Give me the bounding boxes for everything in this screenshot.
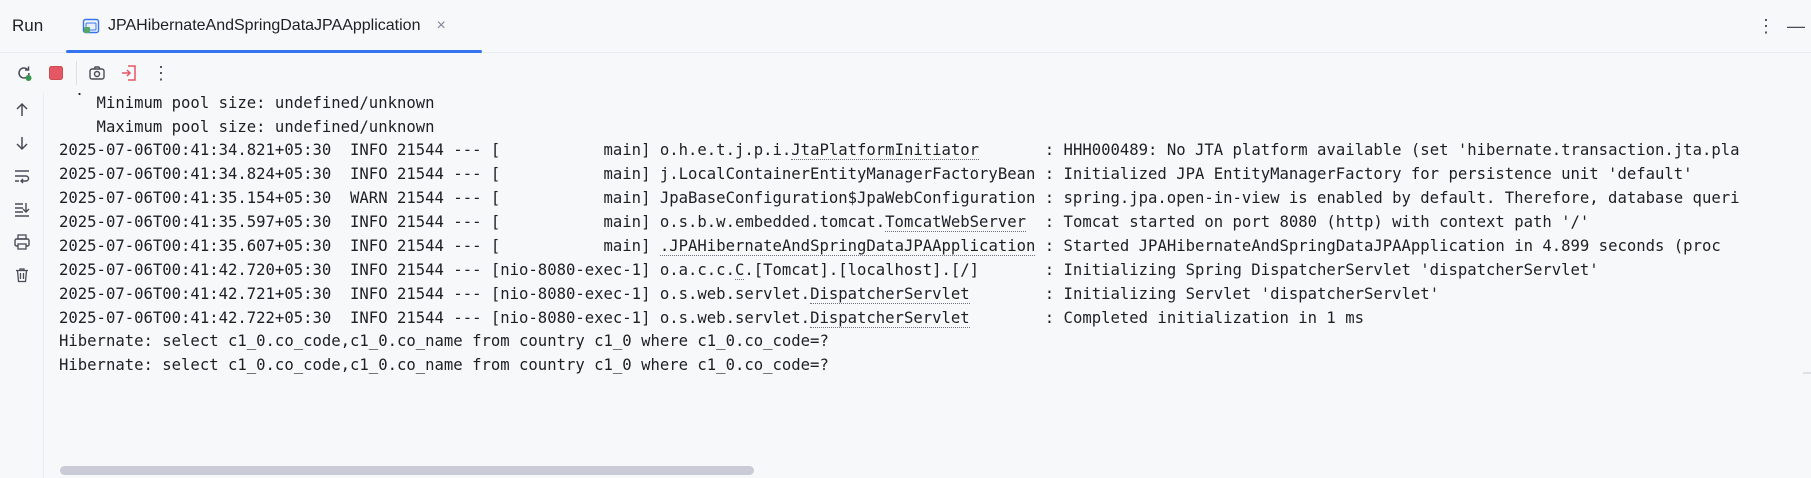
run-toolbar: ⋮ [0,53,1811,93]
class-link[interactable]: C [734,261,745,280]
console-line-suffix: : Initializing Servlet 'dispatcherServle… [969,285,1440,303]
console-line-suffix: : Tomcat started on port 8080 (http) wit… [1026,213,1590,231]
class-link[interactable]: JtaPlatformInitiator [791,141,980,160]
scroll-up-icon[interactable] [0,93,44,126]
console-line: 2025-07-06T00:41:35.597+05:30 INFO 21544… [59,209,1589,236]
console-actions-gutter [0,93,44,478]
console-line: Hibernate: select c1_0.co_code,c1_0.co_n… [59,328,829,355]
exit-icon[interactable] [113,57,145,89]
tab-run-configuration[interactable]: JPAHibernateAndSpringDataJPAApplication … [66,0,482,53]
console-line-prefix: 2025-07-06T00:41:35.154+05:30 WARN 21544… [59,189,1740,207]
scroll-down-icon[interactable] [0,126,44,159]
console-output[interactable]: · Minimum pool size: undefined/unknown M… [45,93,1811,478]
console-line: Hibernate: select c1_0.co_code,c1_0.co_n… [59,352,829,379]
console-line: 2025-07-06T00:41:34.824+05:30 INFO 21544… [59,161,1693,188]
class-link[interactable]: .JPAHibernateAndSpringDataJPAApplication [659,237,1036,256]
console-line-text: Minimum pool size: undefined/unknown [59,94,435,112]
console-line-suffix: : Started JPAHibernateAndSpringDataJPAAp… [1035,237,1721,255]
camera-icon[interactable] [81,57,113,89]
console-line-prefix: 2025-07-06T00:41:34.821+05:30 INFO 21544… [59,141,792,159]
console-line-text: Hibernate: select c1_0.co_code,c1_0.co_n… [59,356,829,374]
console-line-prefix: 2025-07-06T00:41:35.607+05:30 INFO 21544… [59,237,660,255]
tool-window-header: Run JPAHibernateAndSpringDataJPAApplicat… [0,0,1811,53]
console-line-prefix: 2025-07-06T00:41:42.722+05:30 INFO 21544… [59,309,811,327]
console-line: 2025-07-06T00:41:42.721+05:30 INFO 21544… [59,281,1439,308]
tool-window-title[interactable]: Run [12,16,43,36]
console-line-prefix: 2025-07-06T00:41:42.720+05:30 INFO 21544… [59,261,735,279]
tab-label: JPAHibernateAndSpringDataJPAApplication [108,17,421,34]
console-line: 2025-07-06T00:41:42.720+05:30 INFO 21544… [59,257,1599,284]
horizontal-scrollbar[interactable] [60,466,754,475]
minimize-icon[interactable]: — [1781,14,1811,38]
console-line: 2025-07-06T00:41:35.154+05:30 WARN 21544… [59,185,1740,212]
application-icon [82,18,100,34]
class-link[interactable]: TomcatWebServer [885,213,1026,232]
console-line-suffix: : HHH000489: No JTA platform available (… [979,141,1740,159]
stop-icon[interactable] [40,57,72,89]
scroll-to-end-icon[interactable] [0,192,44,225]
console-line-prefix: 2025-07-06T00:41:42.721+05:30 INFO 21544… [59,285,811,303]
console-line: 2025-07-06T00:41:35.607+05:30 INFO 21544… [59,233,1721,260]
class-link[interactable]: DispatcherServlet [810,285,970,304]
vertical-scrollbar[interactable] [1803,372,1811,374]
clear-all-icon[interactable] [0,258,44,291]
console-line-suffix: .[Tomcat].[localhost].[/] : Initializing… [744,261,1599,279]
class-link[interactable]: DispatcherServlet [810,309,970,328]
rerun-icon[interactable] [8,57,40,89]
console-line-prefix: 2025-07-06T00:41:34.824+05:30 INFO 21544… [59,165,1693,183]
console-line: 2025-07-06T00:41:34.821+05:30 INFO 21544… [59,137,1740,164]
tab-close-icon[interactable]: × [436,17,445,35]
console-line-prefix: 2025-07-06T00:41:35.597+05:30 INFO 21544… [59,213,886,231]
toolbar-separator [76,61,77,85]
console-line-suffix: : Completed initialization in 1 ms [969,309,1364,327]
print-icon[interactable] [0,225,44,258]
more-options-icon[interactable]: ⋮ [1751,14,1781,38]
soft-wrap-icon[interactable] [0,159,44,192]
console-line-text: Maximum pool size: undefined/unknown [59,118,435,136]
toolbar-more-icon[interactable]: ⋮ [145,57,177,89]
console-line-text: Hibernate: select c1_0.co_code,c1_0.co_n… [59,332,829,350]
